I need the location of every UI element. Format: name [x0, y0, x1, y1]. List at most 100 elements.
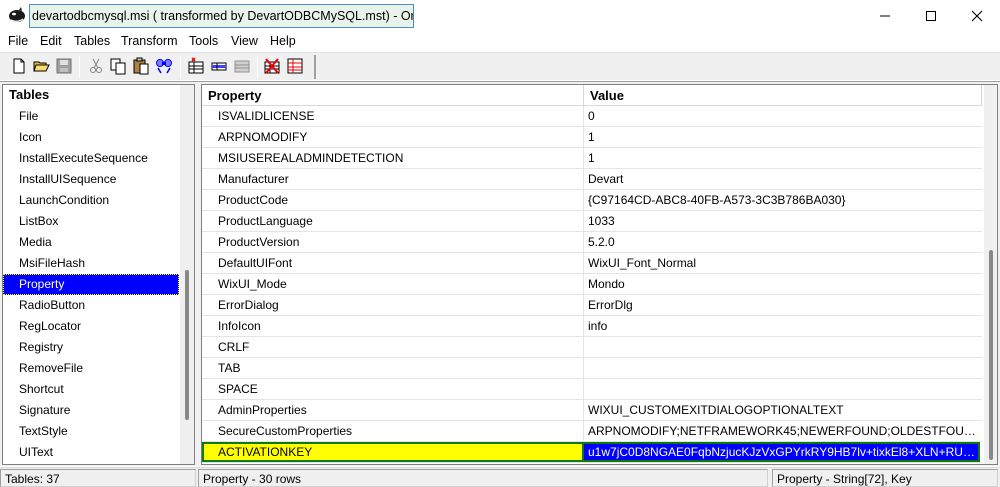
property-cell[interactable]: ProductVersion: [202, 232, 584, 252]
table-item-uitext[interactable]: UIText: [3, 442, 179, 463]
table-row[interactable]: DefaultUIFont WixUI_Font_Normal: [202, 253, 982, 274]
property-cell[interactable]: ProductCode: [202, 190, 584, 210]
table-item-removefile[interactable]: RemoveFile: [3, 358, 179, 379]
table-row[interactable]: AdminProperties WIXUI_CUSTOMEXITDIALOGOPT…: [202, 400, 982, 421]
table-row[interactable]: Manufacturer Devart: [202, 169, 982, 190]
table-item-registry[interactable]: Registry: [3, 337, 179, 358]
paste-icon[interactable]: [132, 57, 150, 75]
add-row-icon[interactable]: [210, 57, 228, 75]
table-row-selected[interactable]: ACTIVATIONKEY u1w7jC0D8NGAE0FqbNzjucKJzVx…: [202, 442, 982, 463]
close-button[interactable]: [954, 0, 1000, 32]
value-cell[interactable]: 1: [584, 148, 980, 168]
value-cell[interactable]: ErrorDlg: [584, 295, 980, 315]
table-row[interactable]: InfoIcon info: [202, 316, 982, 337]
value-cell[interactable]: WIXUI_CUSTOMEXITDIALOGOPTIONALTEXT: [584, 400, 980, 420]
table-row[interactable]: ARPNOMODIFY 1: [202, 127, 982, 148]
table-item-media[interactable]: Media: [3, 232, 179, 253]
value-cell[interactable]: [584, 379, 980, 399]
property-cell[interactable]: ARPNOMODIFY: [202, 127, 584, 147]
property-cell[interactable]: Manufacturer: [202, 169, 584, 189]
table-item-launchcondition[interactable]: LaunchCondition: [3, 190, 179, 211]
pane-splitter[interactable]: [196, 84, 200, 465]
drop-table-icon[interactable]: [263, 57, 281, 75]
menu-view[interactable]: View: [231, 33, 258, 50]
table-row[interactable]: TAB: [202, 358, 982, 379]
table-item-signature[interactable]: Signature: [3, 400, 179, 421]
orca-app-icon[interactable]: [8, 6, 26, 24]
property-cell[interactable]: WixUI_Mode: [202, 274, 584, 294]
cut-icon[interactable]: [87, 57, 105, 75]
menu-help[interactable]: Help: [270, 33, 296, 50]
minimize-button[interactable]: [862, 0, 908, 32]
table-row[interactable]: ISVALIDLICENSE 0: [202, 106, 982, 127]
property-cell[interactable]: AdminProperties: [202, 400, 584, 420]
validate-icon[interactable]: [286, 57, 304, 75]
table-row[interactable]: CRLF: [202, 337, 982, 358]
value-cell[interactable]: Devart: [584, 169, 980, 189]
grid-scrollbar-thumb[interactable]: [989, 250, 993, 460]
table-item-msifilehash[interactable]: MsiFileHash: [3, 253, 179, 274]
property-cell[interactable]: DefaultUIFont: [202, 253, 584, 273]
table-item-radiobutton[interactable]: RadioButton: [3, 295, 179, 316]
property-cell[interactable]: MSIUSEREALADMINDETECTION: [202, 148, 584, 168]
table-row[interactable]: ProductVersion 5.2.0: [202, 232, 982, 253]
menu-file[interactable]: File: [8, 33, 28, 50]
property-cell[interactable]: ErrorDialog: [202, 295, 584, 315]
value-cell[interactable]: 0: [584, 106, 980, 126]
add-table-icon[interactable]: [187, 57, 205, 75]
tables-scrollbar-thumb[interactable]: [185, 270, 189, 420]
table-item-file[interactable]: File: [3, 106, 179, 127]
column-header-value[interactable]: Value: [584, 85, 982, 106]
property-cell[interactable]: ISVALIDLICENSE: [202, 106, 584, 126]
value-cell[interactable]: info: [584, 316, 980, 336]
new-file-icon[interactable]: [10, 57, 28, 75]
value-cell[interactable]: WixUI_Font_Normal: [584, 253, 980, 273]
open-folder-icon[interactable]: [32, 57, 50, 75]
grid-scrollbar[interactable]: [984, 85, 997, 464]
menu-edit[interactable]: Edit: [40, 33, 62, 50]
table-item-listbox[interactable]: ListBox: [3, 211, 179, 232]
maximize-button[interactable]: [908, 0, 954, 32]
menu-tables[interactable]: Tables: [74, 33, 110, 50]
value-cell[interactable]: 1: [584, 127, 980, 147]
table-row[interactable]: SPACE: [202, 379, 982, 400]
value-cell[interactable]: {C97164CD-ABC8-40FB-A573-3C3B786BA030}: [584, 190, 980, 210]
table-item-property[interactable]: Property: [3, 274, 179, 295]
drop-row-icon[interactable]: [233, 57, 251, 75]
table-row[interactable]: SecureCustomProperties ARPNOMODIFY;NETFRA…: [202, 421, 982, 442]
table-item-installexecutesequence[interactable]: InstallExecuteSequence: [3, 148, 179, 169]
table-row[interactable]: MSIUSEREALADMINDETECTION 1: [202, 148, 982, 169]
menu-transform[interactable]: Transform: [121, 33, 178, 50]
property-cell[interactable]: InfoIcon: [202, 316, 584, 336]
table-row[interactable]: ProductLanguage 1033: [202, 211, 982, 232]
save-icon[interactable]: [55, 57, 73, 75]
property-cell[interactable]: ProductLanguage: [202, 211, 584, 231]
column-header-property[interactable]: Property: [202, 85, 584, 106]
value-cell[interactable]: [584, 358, 980, 378]
value-cell[interactable]: ARPNOMODIFY;NETFRAMEWORK45;NEWERFOUND;OL…: [584, 421, 980, 441]
table-row[interactable]: WixUI_Mode Mondo: [202, 274, 982, 295]
table-item-reglocator[interactable]: RegLocator: [3, 316, 179, 337]
value-cell[interactable]: 5.2.0: [584, 232, 980, 252]
value-cell[interactable]: u1w7jC0D8NGAE0FqbNzjucKJzVxGPYrkRY9HB7lv…: [584, 442, 980, 462]
table-row[interactable]: ErrorDialog ErrorDlg: [202, 295, 982, 316]
minimize-icon: [880, 15, 890, 17]
tables-list[interactable]: File Icon InstallExecuteSequence Install…: [3, 106, 179, 463]
property-cell[interactable]: SPACE: [202, 379, 584, 399]
table-item-textstyle[interactable]: TextStyle: [3, 421, 179, 442]
property-cell[interactable]: ACTIVATIONKEY: [202, 442, 584, 462]
table-item-icon[interactable]: Icon: [3, 127, 179, 148]
tables-scrollbar[interactable]: [180, 85, 194, 464]
value-cell[interactable]: [584, 337, 980, 357]
property-cell[interactable]: TAB: [202, 358, 584, 378]
table-item-installuisequence[interactable]: InstallUISequence: [3, 169, 179, 190]
table-row[interactable]: ProductCode {C97164CD-ABC8-40FB-A573-3C3B…: [202, 190, 982, 211]
property-cell[interactable]: CRLF: [202, 337, 584, 357]
value-cell[interactable]: 1033: [584, 211, 980, 231]
property-cell[interactable]: SecureCustomProperties: [202, 421, 584, 441]
menu-tools[interactable]: Tools: [189, 33, 218, 50]
table-item-shortcut[interactable]: Shortcut: [3, 379, 179, 400]
value-cell[interactable]: Mondo: [584, 274, 980, 294]
copy-icon[interactable]: [109, 57, 127, 75]
find-icon[interactable]: [155, 57, 173, 75]
